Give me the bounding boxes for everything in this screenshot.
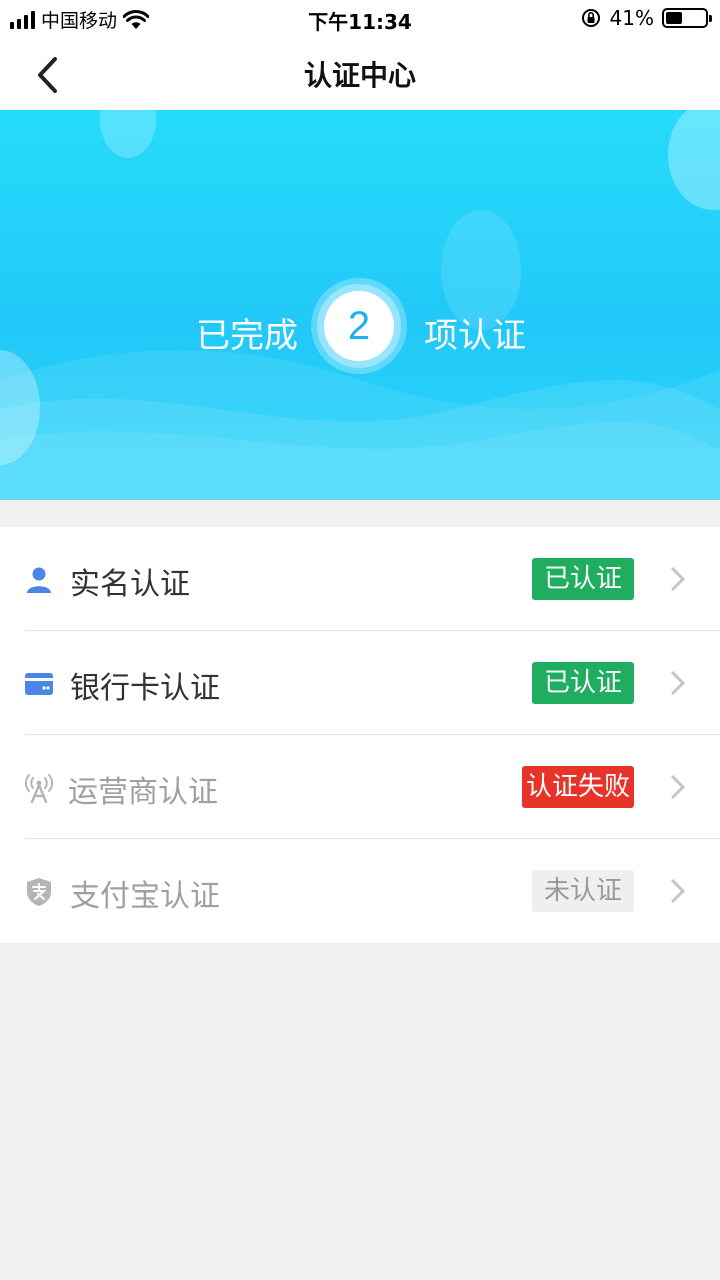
status-badge: 认证失败 — [522, 766, 635, 808]
row-label: 运营商认证 — [68, 775, 218, 810]
bank-card-icon — [24, 669, 54, 699]
verification-summary-banner: 已完成 2 项认证 — [0, 110, 720, 500]
battery-percent: 41% — [609, 6, 654, 30]
status-right: 41% — [580, 6, 712, 30]
status-badge: 已认证 — [532, 662, 635, 704]
row-label: 支付宝认证 — [70, 879, 220, 914]
status-badge: 未认证 — [532, 870, 635, 912]
rotation-lock-icon — [581, 9, 600, 27]
page-title: 认证中心 — [303, 59, 416, 92]
status-badge: 已认证 — [532, 558, 635, 600]
verification-row-carrier[interactable]: 运营商认证 认证失败 — [0, 735, 720, 839]
chevron-right-icon — [671, 671, 685, 695]
banner-prefix: 已完成 — [196, 316, 298, 356]
status-bar: 中国移动 下午11:34 41% — [0, 0, 720, 40]
row-label: 实名认证 — [70, 567, 190, 602]
completed-count: 2 — [324, 291, 394, 361]
person-icon — [24, 565, 54, 595]
completed-count-badge: 2 — [311, 278, 407, 374]
verification-row-alipay[interactable]: 支付宝认证 未认证 — [0, 839, 720, 943]
verification-row-real-name[interactable]: 实名认证 已认证 — [0, 527, 720, 631]
signal-tower-icon — [24, 773, 54, 803]
banner-suffix: 项认证 — [424, 316, 526, 356]
verification-row-bank-card[interactable]: 银行卡认证 已认证 — [0, 631, 720, 735]
chevron-right-icon — [671, 775, 685, 799]
chevron-right-icon — [671, 567, 685, 591]
battery-icon — [662, 8, 712, 28]
verification-list: 实名认证 已认证 银行卡认证 已认证 运营商认证 认证失败 支付宝认证 未认证 — [0, 527, 720, 943]
alipay-shield-icon — [24, 877, 54, 907]
nav-bar: 认证中心 — [0, 40, 720, 110]
chevron-right-icon — [671, 879, 685, 903]
row-label: 银行卡认证 — [70, 671, 220, 706]
